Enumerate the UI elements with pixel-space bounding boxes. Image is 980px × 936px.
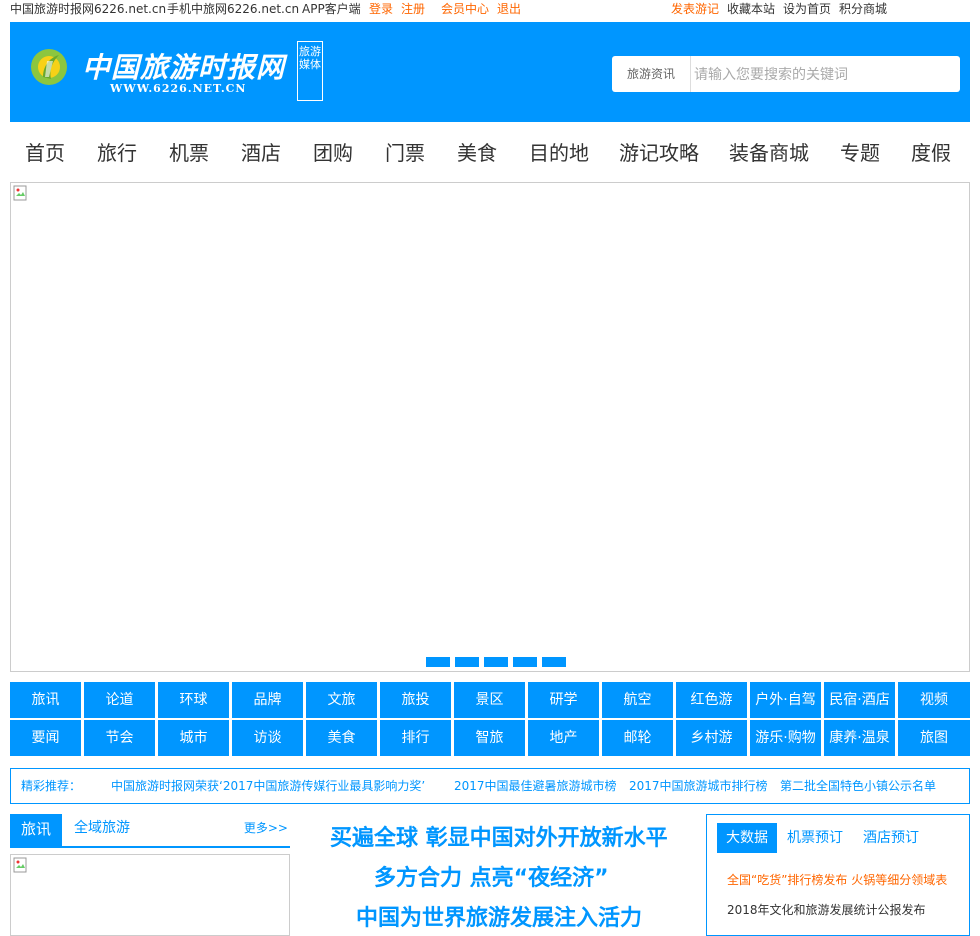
category-link[interactable]: 论道: [84, 682, 155, 718]
set-homepage-link[interactable]: 设为首页: [783, 0, 831, 18]
category-link[interactable]: 乡村游: [676, 720, 747, 756]
tab-news[interactable]: 旅讯: [10, 814, 62, 846]
category-link[interactable]: 要闻: [10, 720, 81, 756]
nav-home[interactable]: 首页: [25, 126, 65, 180]
category-link[interactable]: 视频: [898, 682, 970, 718]
category-link[interactable]: 地产: [528, 720, 599, 756]
recommend-link[interactable]: 第二批全国特色小镇公示名单: [780, 769, 936, 803]
headline-link[interactable]: 中国为世界旅游发展注入活力: [356, 900, 642, 932]
category-link[interactable]: 户外·自驾: [750, 682, 821, 718]
nav-vacation[interactable]: 度假: [911, 126, 951, 180]
member-center-link[interactable]: 会员中心: [441, 0, 489, 18]
data-news-link[interactable]: 2018年文化和旅游发展统计公报发布: [727, 901, 926, 918]
news-tabs: 旅讯 全域旅游 更多>>: [10, 814, 290, 848]
nav-flights[interactable]: 机票: [169, 126, 209, 180]
category-link[interactable]: 节会: [84, 720, 155, 756]
category-link[interactable]: 环球: [158, 682, 229, 718]
nav-travel[interactable]: 旅行: [97, 126, 137, 180]
category-link[interactable]: 民宿·酒店: [824, 682, 895, 718]
headline-link[interactable]: 多方合力 点亮“夜经济”: [374, 860, 609, 892]
category-link[interactable]: 文旅: [306, 682, 377, 718]
category-link[interactable]: 景区: [454, 682, 525, 718]
category-link[interactable]: 康养·温泉: [824, 720, 895, 756]
category-link[interactable]: 排行: [380, 720, 451, 756]
nav-tickets[interactable]: 门票: [385, 126, 425, 180]
broken-image-icon: [13, 857, 27, 873]
category-link[interactable]: 旅投: [380, 682, 451, 718]
main-nav: 首页 旅行 机票 酒店 团购 门票 美食 目的地 游记攻略 装备商城 专题 度假: [10, 126, 970, 180]
category-link[interactable]: 游乐·购物: [750, 720, 821, 756]
nav-group-buy[interactable]: 团购: [313, 126, 353, 180]
recommend-link[interactable]: 2017中国最佳避暑旅游城市榜: [454, 769, 617, 803]
search-input[interactable]: [692, 60, 956, 90]
carousel-dot[interactable]: [484, 657, 508, 667]
category-link[interactable]: 旅讯: [10, 682, 81, 718]
app-client-link[interactable]: APP客户端: [302, 0, 361, 18]
top-bar: 中国旅游时报网6226.net.cn 手机中旅网6226.net.cn APP客…: [0, 0, 980, 18]
logo-icon[interactable]: [29, 47, 69, 87]
search-category-select[interactable]: 旅游资讯: [612, 56, 691, 92]
logout-link[interactable]: 退出: [497, 0, 521, 18]
tab-hotel-booking[interactable]: 酒店预订: [863, 823, 919, 853]
logo-url: WWW.6226.NET.CN: [110, 82, 247, 95]
category-link[interactable]: 品牌: [232, 682, 303, 718]
carousel-dot[interactable]: [513, 657, 537, 667]
site-header: 中国旅游时报网 WWW.6226.NET.CN 旅游媒体 旅游资讯: [10, 22, 970, 122]
tab-all-area-travel[interactable]: 全域旅游: [74, 814, 130, 846]
category-link[interactable]: 访谈: [232, 720, 303, 756]
broken-image-icon: [13, 185, 27, 201]
site-domain-link[interactable]: 中国旅游时报网6226.net.cn: [10, 0, 166, 18]
tab-big-data[interactable]: 大数据: [717, 823, 777, 853]
register-link[interactable]: 注册: [401, 0, 425, 18]
category-link[interactable]: 红色游: [676, 682, 747, 718]
category-link[interactable]: 研学: [528, 682, 599, 718]
category-link[interactable]: 航空: [602, 682, 673, 718]
category-link[interactable]: 邮轮: [602, 720, 673, 756]
hero-carousel[interactable]: [10, 182, 970, 672]
tab-flight-booking[interactable]: 机票预订: [787, 823, 843, 853]
mobile-site-link[interactable]: 手机中旅网6226.net.cn: [167, 0, 299, 18]
recommend-link[interactable]: 中国旅游时报网荣获‘2017中国旅游传媒行业最具影响力奖’: [111, 769, 425, 803]
recommend-bar: 精彩推荐： 中国旅游时报网荣获‘2017中国旅游传媒行业最具影响力奖’ 2017…: [10, 768, 970, 804]
search-box: 旅游资讯: [612, 56, 960, 92]
headline-link[interactable]: 买遍全球 彰显中国对外开放新水平: [330, 820, 668, 852]
nav-destinations[interactable]: 目的地: [529, 126, 589, 180]
recommend-label: 精彩推荐：: [21, 779, 82, 793]
carousel-dot[interactable]: [542, 657, 566, 667]
nav-food[interactable]: 美食: [457, 126, 497, 180]
carousel-dot[interactable]: [426, 657, 450, 667]
recommend-link[interactable]: 2017中国旅游城市排行榜: [629, 769, 768, 803]
points-mall-link[interactable]: 积分商城: [839, 0, 887, 18]
category-link[interactable]: 美食: [306, 720, 377, 756]
carousel-dot[interactable]: [455, 657, 479, 667]
data-news-link[interactable]: 全国“吃货”排行榜发布 火锅等细分领域表: [727, 871, 947, 888]
news-image[interactable]: [10, 854, 290, 936]
nav-travelogues[interactable]: 游记攻略: [619, 126, 699, 180]
more-link[interactable]: 更多>>: [244, 814, 288, 846]
category-link[interactable]: 旅图: [898, 720, 970, 756]
data-panel: 大数据 机票预订 酒店预订 全国“吃货”排行榜发布 火锅等细分领域表 2018年…: [706, 814, 970, 936]
category-link[interactable]: 智旅: [454, 720, 525, 756]
post-travelogue-link[interactable]: 发表游记: [671, 0, 719, 18]
media-badge: 旅游媒体: [297, 41, 323, 101]
favorite-link[interactable]: 收藏本站: [727, 0, 775, 18]
login-link[interactable]: 登录: [369, 0, 393, 18]
nav-hotels[interactable]: 酒店: [241, 126, 281, 180]
nav-topics[interactable]: 专题: [840, 126, 880, 180]
category-grid: 旅讯 论道 环球 品牌 文旅 旅投 景区 研学 航空 红色游 户外·自驾 民宿·…: [10, 682, 970, 757]
logo-text[interactable]: 中国旅游时报网: [82, 46, 285, 86]
category-link[interactable]: 城市: [158, 720, 229, 756]
nav-gear-mall[interactable]: 装备商城: [729, 126, 809, 180]
